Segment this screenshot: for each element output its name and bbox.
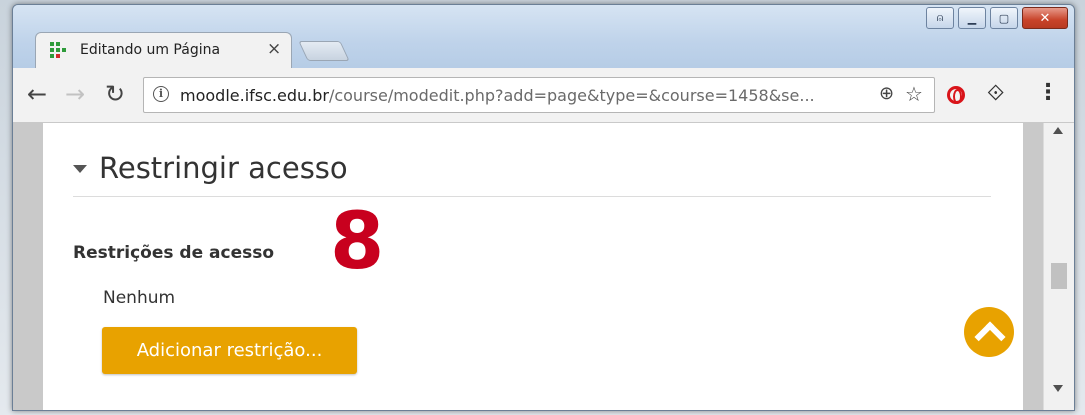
maximize-button[interactable]: ▢ [990,7,1018,29]
moodle-favicon-icon [50,42,66,58]
tab-title: Editando um Página [80,42,221,58]
new-tab-button[interactable] [298,41,350,61]
caret-down-icon[interactable] [73,165,87,173]
window-controls: ⍝ ▁ ▢ ✕ [926,7,1068,29]
tab-active[interactable]: Editando um Página × [35,32,292,69]
section-title[interactable]: Restringir acesso [99,151,348,185]
address-bar[interactable]: i moodle.ifsc.edu.br/course/modedit.php?… [143,77,935,113]
scroll-up-arrow-icon[interactable] [1053,127,1063,134]
browser-menu-icon[interactable]: ⋮ [1037,80,1059,105]
tab-close-icon[interactable]: × [267,39,281,59]
url-host: moodle.ifsc.edu.br [180,86,329,105]
forward-arrow-icon[interactable]: → [65,82,85,106]
url-path: /course/modedit.php?add=page&type=&cours… [328,86,815,105]
user-profile-button[interactable]: ⍝ [926,7,954,29]
back-to-top-icon[interactable] [964,307,1014,357]
close-icon: ✕ [1039,10,1051,26]
page-content: Restringir acesso Restrições de acesso 8… [43,123,1023,410]
back-arrow-icon[interactable]: ← [27,82,47,106]
restrictions-label: Restrições de acesso [73,243,275,263]
bookmark-star-icon[interactable]: ☆ [905,82,923,106]
scrollbar-thumb[interactable] [1051,263,1067,289]
browser-window: ⍝ ▁ ▢ ✕ Editando um Página × ← → ↻ i moo… [12,4,1075,411]
vertical-scrollbar[interactable] [1043,123,1074,410]
page-viewport: Restringir acesso Restrições de acesso 8… [13,123,1074,410]
maximize-icon: ▢ [998,11,1010,25]
section-header[interactable]: Restringir acesso [73,151,348,185]
scroll-down-arrow-icon[interactable] [1053,385,1063,392]
url-text[interactable]: moodle.ifsc.edu.br/course/modedit.php?ad… [180,86,815,105]
reload-icon[interactable]: ↻ [105,82,125,106]
zoom-icon[interactable]: ⊕ [879,83,894,104]
opera-extension-icon[interactable] [947,86,965,104]
section-divider [73,196,991,197]
extension-icon[interactable]: ⟐ [987,81,1004,106]
info-icon[interactable]: i [153,86,169,102]
restrictions-value: Nenhum [103,288,176,308]
minimize-button[interactable]: ▁ [958,7,986,29]
annotation-step-number: 8 [330,197,385,287]
minimize-icon: ▁ [967,11,977,25]
user-icon: ⍝ [936,11,944,24]
title-bar: ⍝ ▁ ▢ ✕ Editando um Página × [13,5,1074,73]
add-restriction-button[interactable]: Adicionar restrição... [102,327,357,374]
close-window-button[interactable]: ✕ [1022,7,1068,29]
browser-toolbar: ← → ↻ i moodle.ifsc.edu.br/course/modedi… [13,68,1074,123]
